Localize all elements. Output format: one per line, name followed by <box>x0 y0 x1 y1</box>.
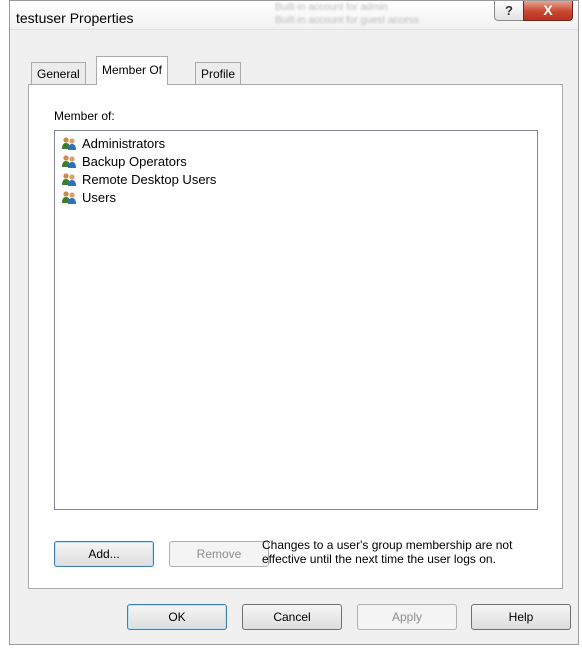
group-name: Remote Desktop Users <box>82 172 217 187</box>
group-users-icon <box>62 137 76 150</box>
member-of-panel: Member of: Administrators Backup Operato… <box>28 84 563 589</box>
remove-button[interactable]: Remove <box>169 541 269 567</box>
membership-note: Changes to a user's group membership are… <box>262 538 513 566</box>
title-bar[interactable]: testuser Properties Built-in account for… <box>10 1 578 30</box>
apply-button[interactable]: Apply <box>357 604 457 630</box>
close-icon[interactable]: X <box>523 1 573 21</box>
help-icon[interactable]: ? <box>494 1 524 21</box>
group-name: Backup Operators <box>82 154 187 169</box>
group-name: Users <box>82 190 116 205</box>
member-of-label: Member of: <box>54 109 115 123</box>
dialog-title: testuser Properties <box>16 10 134 26</box>
tab-member-of[interactable]: Member Of <box>96 56 169 85</box>
tab-general[interactable]: General <box>31 62 86 84</box>
cancel-button[interactable]: Cancel <box>242 604 342 630</box>
group-users-icon <box>62 155 76 168</box>
tab-profile[interactable]: Profile <box>195 62 242 84</box>
properties-dialog: testuser Properties Built-in account for… <box>9 0 579 645</box>
group-name: Administrators <box>82 136 166 151</box>
group-list[interactable]: Administrators Backup Operators Remote D… <box>54 130 538 510</box>
ok-button[interactable]: OK <box>127 604 227 630</box>
add-button[interactable]: Add... <box>54 541 154 567</box>
group-users-icon <box>62 191 76 204</box>
group-users-icon <box>62 173 76 186</box>
background-window-text: Built-in account for admin Built-in acco… <box>275 2 419 26</box>
help-button[interactable]: Help <box>471 604 571 630</box>
